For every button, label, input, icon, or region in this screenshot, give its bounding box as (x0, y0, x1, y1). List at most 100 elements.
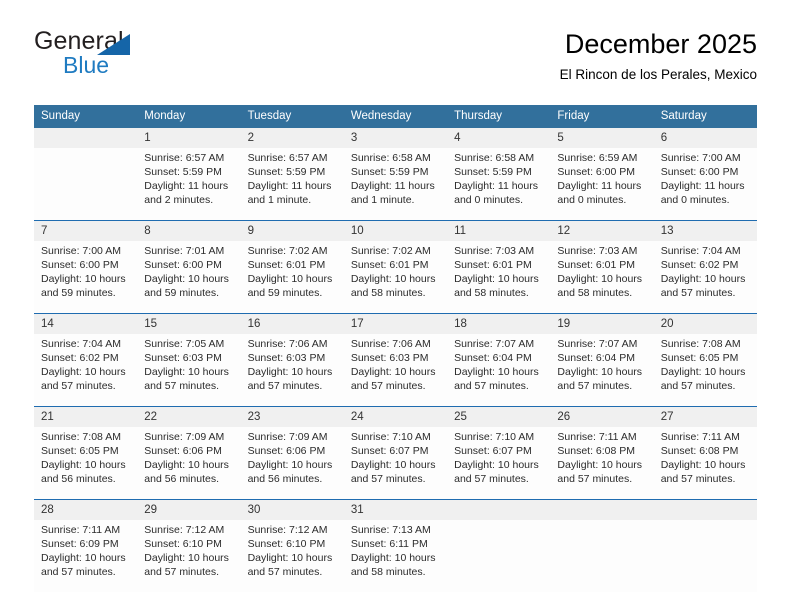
day-cell[interactable]: Sunrise: 6:57 AM Sunset: 5:59 PM Daylight:… (137, 148, 241, 220)
day-cell[interactable]: Sunrise: 6:59 AM Sunset: 6:00 PM Daylight:… (550, 148, 654, 220)
day-cell[interactable]: Sunrise: 7:06 AM Sunset: 6:03 PM Daylight:… (343, 334, 448, 406)
daylight-text-line2: and 57 minutes. (557, 380, 633, 393)
sunset-text: Sunset: 6:10 PM (144, 538, 222, 551)
day-number[interactable]: 28 (34, 500, 138, 520)
day-number[interactable]: 4 (447, 128, 551, 148)
sunrise-text: Sunrise: 7:02 AM (247, 245, 328, 257)
daylight-text-line2: and 57 minutes. (660, 473, 736, 486)
daylight-text-line1: Daylight: 10 hours (144, 273, 229, 286)
day-cell[interactable]: Sunrise: 7:10 AM Sunset: 6:07 PM Daylight:… (343, 427, 448, 499)
day-detail-row: Sunrise: 7:11 AM Sunset: 6:09 PM Daylight:… (34, 520, 757, 592)
daylight-text-line1: Daylight: 10 hours (660, 273, 746, 286)
daylight-text-line2: and 57 minutes. (454, 473, 529, 486)
day-cell[interactable]: Sunrise: 7:09 AM Sunset: 6:06 PM Daylight:… (137, 427, 241, 499)
sunrise-text: Sunrise: 6:58 AM (350, 152, 431, 164)
sunset-text: Sunset: 6:04 PM (557, 352, 636, 365)
daylight-text-line2: and 56 minutes. (41, 473, 116, 486)
day-cell[interactable]: Sunrise: 7:11 AM Sunset: 6:09 PM Daylight:… (34, 520, 138, 592)
weekday-header-row: Sunday Monday Tuesday Wednesday Thursday… (34, 105, 757, 128)
sunset-text: Sunset: 6:03 PM (350, 352, 429, 365)
day-detail-row: Sunrise: 6:57 AM Sunset: 5:59 PM Daylight:… (34, 148, 757, 220)
day-cell[interactable]: Sunrise: 7:06 AM Sunset: 6:03 PM Daylight:… (240, 334, 344, 406)
daylight-text-line1: Daylight: 10 hours (350, 459, 436, 472)
day-number[interactable]: 7 (34, 221, 138, 241)
day-number[interactable]: 12 (550, 221, 654, 241)
day-cell[interactable]: Sunrise: 7:02 AM Sunset: 6:01 PM Daylight:… (240, 241, 344, 313)
day-cell[interactable]: Sunrise: 6:58 AM Sunset: 5:59 PM Daylight:… (447, 148, 551, 220)
daylight-text-line1: Daylight: 10 hours (144, 366, 229, 379)
day-number[interactable]: 16 (240, 314, 344, 334)
daylight-text-line2: and 57 minutes. (41, 566, 116, 579)
general-blue-logo[interactable]: General Blue (34, 28, 264, 90)
day-number[interactable]: 13 (653, 221, 757, 241)
day-number[interactable]: 20 (653, 314, 757, 334)
sunset-text: Sunset: 6:00 PM (660, 166, 739, 179)
day-cell[interactable]: Sunrise: 7:01 AM Sunset: 6:00 PM Daylight:… (137, 241, 241, 313)
day-number-row: 21 22 23 24 25 26 27 (34, 407, 757, 427)
day-number[interactable]: 5 (550, 128, 654, 148)
day-number[interactable]: 1 (137, 128, 241, 148)
day-cell[interactable]: Sunrise: 7:08 AM Sunset: 6:05 PM Daylight:… (34, 427, 138, 499)
day-cell[interactable]: Sunrise: 7:13 AM Sunset: 6:11 PM Daylight:… (343, 520, 448, 592)
day-cell[interactable]: Sunrise: 7:02 AM Sunset: 6:01 PM Daylight:… (343, 241, 448, 313)
day-cell[interactable]: Sunrise: 7:04 AM Sunset: 6:02 PM Daylight:… (34, 334, 138, 406)
day-number[interactable]: 30 (240, 500, 344, 520)
day-cell[interactable]: Sunrise: 7:09 AM Sunset: 6:06 PM Daylight:… (240, 427, 344, 499)
day-cell[interactable]: Sunrise: 7:12 AM Sunset: 6:10 PM Daylight:… (137, 520, 241, 592)
day-number[interactable]: 21 (34, 407, 138, 427)
sunset-text: Sunset: 6:08 PM (557, 445, 636, 458)
day-number[interactable]: 31 (343, 500, 448, 520)
calendar-page: General Blue December 2025 El Rincon de … (0, 0, 792, 612)
day-cell[interactable]: Sunrise: 7:12 AM Sunset: 6:10 PM Daylight:… (240, 520, 344, 592)
day-number[interactable]: 14 (34, 314, 138, 334)
day-cell-empty (550, 520, 654, 592)
day-cell[interactable]: Sunrise: 7:03 AM Sunset: 6:01 PM Daylight:… (447, 241, 551, 313)
day-number-empty (550, 500, 654, 520)
day-cell[interactable]: Sunrise: 6:58 AM Sunset: 5:59 PM Daylight:… (343, 148, 448, 220)
daylight-text-line1: Daylight: 10 hours (41, 273, 126, 286)
day-number[interactable]: 10 (343, 221, 448, 241)
day-number[interactable]: 2 (240, 128, 344, 148)
daylight-text-line1: Daylight: 10 hours (247, 552, 333, 565)
day-number[interactable]: 17 (343, 314, 448, 334)
day-cell[interactable]: Sunrise: 6:57 AM Sunset: 5:59 PM Daylight:… (240, 148, 344, 220)
day-cell[interactable]: Sunrise: 7:07 AM Sunset: 6:04 PM Daylight:… (447, 334, 551, 406)
day-cell[interactable]: Sunrise: 7:11 AM Sunset: 6:08 PM Daylight:… (653, 427, 757, 499)
sunset-text: Sunset: 5:59 PM (454, 166, 532, 179)
day-cell[interactable]: Sunrise: 7:00 AM Sunset: 6:00 PM Daylight:… (34, 241, 138, 313)
day-cell[interactable]: Sunrise: 7:11 AM Sunset: 6:08 PM Daylight:… (550, 427, 654, 499)
daylight-text-line1: Daylight: 11 hours (557, 180, 642, 193)
day-number[interactable]: 27 (653, 407, 757, 427)
weekday-header-friday: Friday (550, 105, 654, 128)
day-number[interactable]: 19 (550, 314, 654, 334)
day-number[interactable]: 25 (447, 407, 551, 427)
day-cell[interactable]: Sunrise: 7:07 AM Sunset: 6:04 PM Daylight:… (550, 334, 654, 406)
day-number[interactable]: 9 (240, 221, 344, 241)
day-number[interactable]: 3 (343, 128, 448, 148)
day-number[interactable]: 24 (343, 407, 448, 427)
daylight-text-line2: and 57 minutes. (350, 380, 426, 393)
day-number[interactable]: 22 (137, 407, 241, 427)
sunset-text: Sunset: 5:59 PM (350, 166, 429, 179)
day-cell[interactable]: Sunrise: 7:05 AM Sunset: 6:03 PM Daylight:… (137, 334, 241, 406)
day-cell[interactable]: Sunrise: 7:00 AM Sunset: 6:00 PM Daylight:… (653, 148, 757, 220)
daylight-text-line1: Daylight: 10 hours (41, 459, 126, 472)
day-number[interactable]: 8 (137, 221, 241, 241)
day-number[interactable]: 23 (240, 407, 344, 427)
day-number[interactable]: 15 (137, 314, 241, 334)
sunrise-text: Sunrise: 7:01 AM (144, 245, 225, 257)
day-number[interactable]: 11 (447, 221, 551, 241)
daylight-text-line2: and 2 minutes. (144, 194, 214, 207)
day-number[interactable]: 6 (653, 128, 757, 148)
day-cell[interactable]: Sunrise: 7:03 AM Sunset: 6:01 PM Daylight:… (550, 241, 654, 313)
weekday-header-tuesday: Tuesday (240, 105, 344, 128)
day-cell[interactable]: Sunrise: 7:04 AM Sunset: 6:02 PM Daylight:… (653, 241, 757, 313)
day-cell-empty (34, 148, 138, 220)
day-number[interactable]: 29 (137, 500, 241, 520)
day-cell[interactable]: Sunrise: 7:10 AM Sunset: 6:07 PM Daylight:… (447, 427, 551, 499)
sunset-text: Sunset: 6:00 PM (557, 166, 636, 179)
day-cell[interactable]: Sunrise: 7:08 AM Sunset: 6:05 PM Daylight:… (653, 334, 757, 406)
day-number[interactable]: 18 (447, 314, 551, 334)
day-number[interactable]: 26 (550, 407, 654, 427)
page-title: December 2025 (564, 29, 757, 59)
